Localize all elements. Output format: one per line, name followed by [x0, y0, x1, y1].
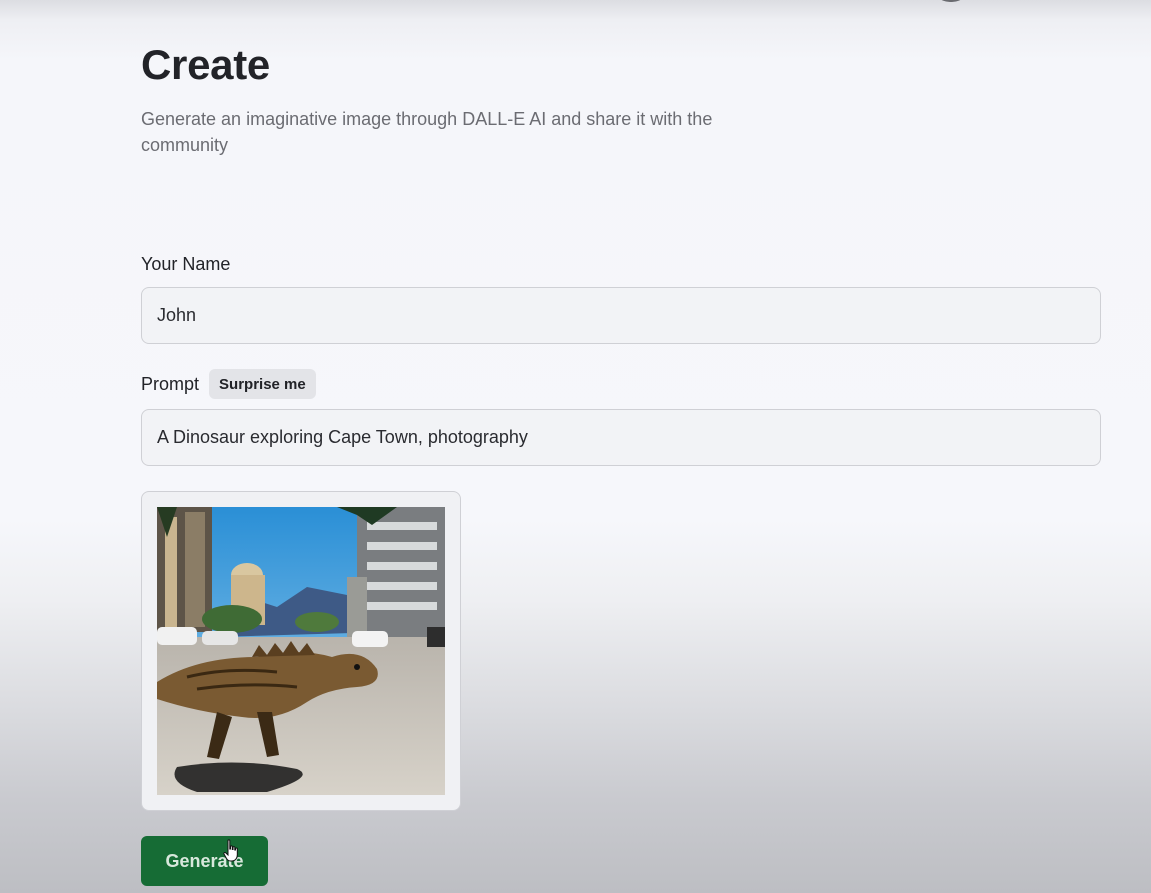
create-form: Your Name John Prompt Surprise me A Dino…: [141, 252, 1101, 886]
generate-button[interactable]: Generate: [141, 836, 268, 886]
prompt-label: Prompt: [141, 373, 200, 394]
avatar[interactable]: [932, 0, 970, 2]
page-title: Create: [141, 41, 270, 88]
create-page: Create Generate an imaginative image thr…: [141, 40, 1101, 886]
generated-image: [157, 507, 445, 795]
image-preview: [141, 491, 461, 811]
prompt-input[interactable]: A Dinosaur exploring Cape Town, photogra…: [141, 409, 1101, 466]
name-label-row: Your Name: [141, 252, 1101, 276]
name-input[interactable]: John: [141, 287, 1101, 344]
name-label: Your Name: [141, 253, 231, 274]
hand-cursor-icon: [223, 839, 238, 862]
page-subtitle: Generate an imaginative image through DA…: [141, 109, 713, 155]
surprise-me-button[interactable]: Surprise me: [209, 369, 316, 399]
prompt-label-row: Prompt Surprise me: [141, 369, 1101, 399]
